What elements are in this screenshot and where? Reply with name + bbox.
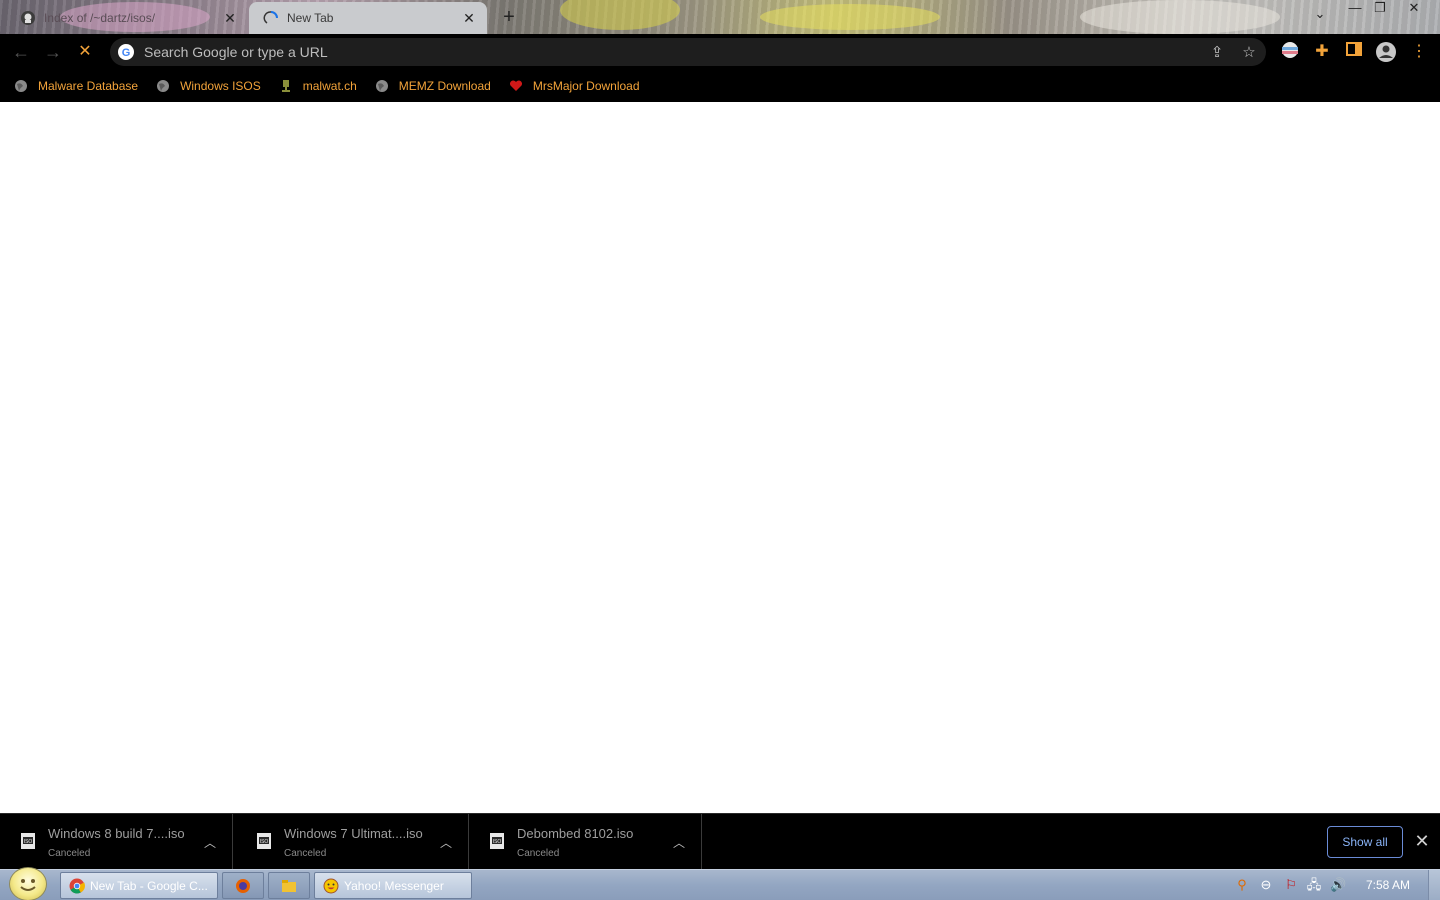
trophy-icon (281, 80, 290, 92)
page-content (0, 102, 1440, 813)
chevron-up-icon[interactable]: ︿ (440, 834, 452, 851)
omnibox[interactable]: G ⇪ ☆ (110, 38, 1266, 66)
start-button[interactable] (9, 867, 47, 900)
wallpaper-splash (760, 4, 940, 30)
tab-title: New Tab (287, 11, 334, 25)
search-magnifier-icon[interactable]: ⚲ (1234, 877, 1250, 893)
chevron-up-icon[interactable]: ︿ (204, 834, 216, 851)
omnibox-input[interactable] (144, 44, 1184, 60)
globe-icon (157, 80, 170, 92)
globe-icon (375, 80, 388, 92)
bookmark-mrsmajor-download[interactable]: MrsMajor Download (509, 79, 640, 93)
wallpaper-splash (560, 0, 680, 30)
tab-close-icon[interactable]: ✕ (461, 10, 477, 27)
svg-text:ISO: ISO (24, 839, 33, 845)
svg-text:G: G (122, 47, 131, 59)
site-favicon-icon (21, 11, 35, 25)
extensions-puzzle-icon[interactable]: ✚ (1311, 41, 1333, 63)
tab-new-tab[interactable]: New Tab ✕ (249, 2, 487, 34)
taskbar-item-label: New Tab - Google C... (90, 878, 208, 893)
globe-icon (15, 80, 27, 92)
bookmark-star-icon[interactable]: ☆ (1240, 44, 1258, 62)
download-filename: Windows 8 build 7....iso (48, 826, 185, 841)
download-status: Canceled (284, 848, 327, 859)
close-window-button[interactable]: ✕ (1400, 0, 1428, 18)
restore-button[interactable]: ❐ (1366, 0, 1394, 18)
svg-text:ISO: ISO (493, 839, 502, 845)
share-icon[interactable]: ⇪ (1208, 44, 1226, 62)
bookmark-label: MrsMajor Download (532, 79, 640, 93)
volume-icon[interactable]: 🔊 (1330, 877, 1346, 893)
bookmark-label: MEMZ Download (398, 79, 491, 93)
new-tab-button[interactable]: + (498, 6, 520, 28)
download-shelf: ISO Windows 8 build 7....iso Canceled ︿ … (0, 813, 1440, 870)
tab-title: Index of /~dartz/isos/ (44, 11, 156, 25)
download-status: Canceled (48, 848, 91, 859)
heart-icon (509, 80, 522, 91)
messenger-tray-icon[interactable]: ⊖ (1258, 877, 1274, 893)
back-arrow-icon[interactable]: ← (9, 40, 33, 64)
side-panel-icon[interactable] (1343, 41, 1365, 63)
iso-file-icon: ISO (490, 833, 504, 849)
taskbar-item-chrome[interactable]: New Tab - Google C... (60, 872, 218, 899)
bookmark-label: malwat.ch (302, 79, 357, 93)
download-item[interactable]: ISO Windows 8 build 7....iso Canceled ︿ (0, 814, 233, 870)
download-filename: Windows 7 Ultimat....iso (284, 826, 423, 841)
show-all-downloads-button[interactable]: Show all (1327, 826, 1403, 858)
loading-spinner-icon (263, 11, 278, 24)
download-item[interactable]: ISO Windows 7 Ultimat....iso Canceled ︿ (236, 814, 469, 870)
browser-toolbar: ← → ✕ G ⇪ ☆ ✚ ⋮ (0, 34, 1440, 70)
show-desktop-button[interactable] (1428, 870, 1440, 900)
bookmarks-bar: Malware Database Windows ISOS malwat.ch … (0, 70, 1440, 102)
bookmark-memz-download[interactable]: MEMZ Download (375, 79, 491, 93)
profile-avatar-icon[interactable] (1375, 41, 1397, 63)
download-status: Canceled (517, 848, 560, 859)
bookmark-label: Windows ISOS (180, 79, 261, 93)
iso-file-icon: ISO (257, 833, 271, 849)
bookmark-malwatch[interactable]: malwat.ch (279, 79, 357, 93)
close-shelf-icon[interactable]: ✕ (1412, 830, 1432, 852)
chevron-up-icon[interactable]: ︿ (673, 834, 685, 851)
tab-index-of-isos[interactable]: Index of /~dartz/isos/ ✕ (6, 2, 248, 34)
minimize-button[interactable]: — (1341, 0, 1369, 18)
google-g-icon: G (118, 44, 134, 60)
taskbar-item-explorer[interactable] (268, 872, 310, 899)
svg-text:ISO: ISO (260, 839, 269, 845)
firefox-icon (236, 878, 250, 893)
download-item[interactable]: ISO Debombed 8102.iso Canceled ︿ (469, 814, 702, 870)
tab-strip: Index of /~dartz/isos/ ✕ New Tab ✕ + ⌄ —… (0, 0, 1440, 34)
extension-flag-icon[interactable] (1279, 41, 1301, 63)
forward-arrow-icon[interactable]: → (41, 40, 65, 64)
smiley-face-icon (20, 879, 36, 891)
tab-close-icon[interactable]: ✕ (222, 10, 238, 27)
yahoo-smiley-icon (323, 878, 339, 893)
bookmark-label: Malware Database (38, 79, 139, 93)
tab-search-icon[interactable]: ⌄ (1306, 6, 1334, 24)
network-icon[interactable]: 🖧 (1306, 877, 1322, 893)
taskbar-item-label: Yahoo! Messenger (344, 878, 444, 893)
bookmark-malware-database[interactable]: Malware Database (14, 79, 138, 93)
security-alert-icon[interactable]: ⚐ (1283, 877, 1299, 893)
system-clock[interactable]: 7:58 AM (1366, 878, 1410, 892)
download-filename: Debombed 8102.iso (517, 826, 634, 841)
bookmark-windows-isos[interactable]: Windows ISOS (156, 79, 261, 93)
taskbar-item-yahoo-messenger[interactable]: Yahoo! Messenger (314, 872, 472, 899)
wallpaper-splash (1080, 0, 1280, 34)
iso-file-icon: ISO (21, 833, 35, 849)
folder-icon (282, 879, 296, 892)
menu-kebab-icon[interactable]: ⋮ (1408, 41, 1430, 63)
os-taskbar: New Tab - Google C... Yahoo! Messenger ⚲… (0, 867, 1440, 900)
taskbar-item-firefox[interactable] (222, 872, 264, 899)
chrome-icon (69, 878, 85, 894)
stop-loading-icon[interactable]: ✕ (73, 40, 97, 64)
